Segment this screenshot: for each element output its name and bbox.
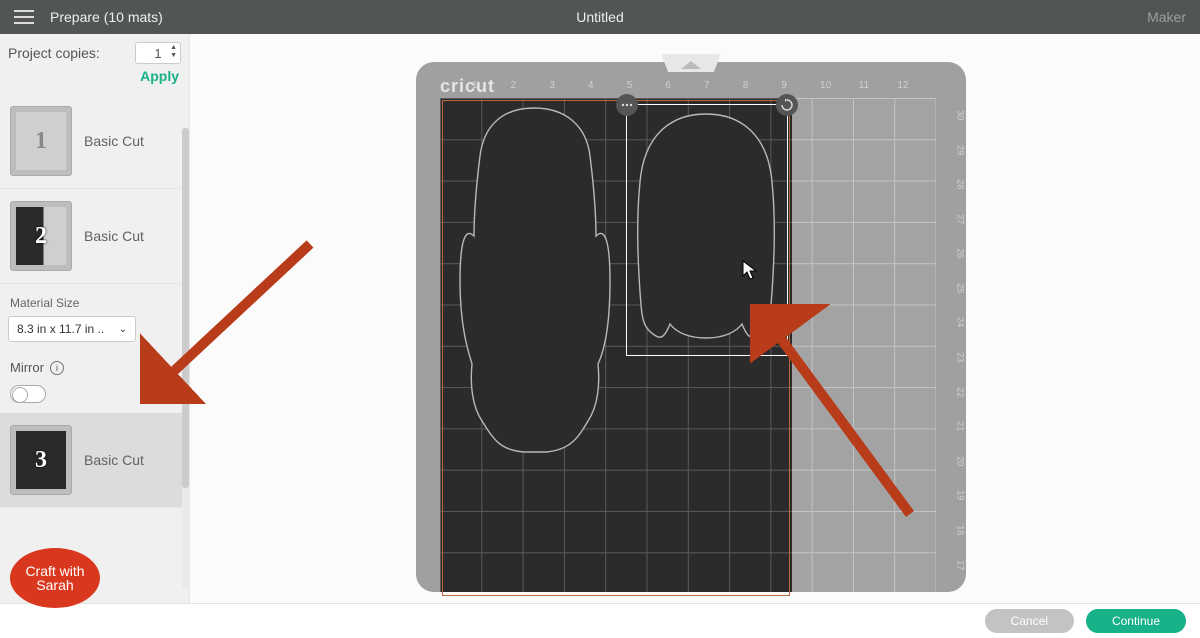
project-copies-stepper[interactable]: 1 ▲▼ xyxy=(135,42,181,64)
continue-button[interactable]: Continue xyxy=(1086,609,1186,633)
info-icon[interactable]: i xyxy=(50,361,64,375)
ruler-top: 123456789101112 xyxy=(472,80,936,96)
chevron-down-icon: ⌄ xyxy=(119,324,127,335)
mat-thumb-1: 1 xyxy=(10,106,72,176)
selection-box[interactable] xyxy=(626,104,788,356)
top-bar: Prepare (10 mats) Untitled Maker xyxy=(0,0,1200,34)
mat-thumb-2: 2 xyxy=(10,201,72,271)
project-title: Untitled xyxy=(576,9,623,25)
menu-icon[interactable] xyxy=(14,10,34,24)
material-size-label: Material Size xyxy=(0,284,189,316)
main-area: Project copies: 1 ▲▼ Apply 1 Basic Cut 2… xyxy=(0,34,1200,603)
mat-grid xyxy=(440,98,936,592)
mat-item-2[interactable]: 2 Basic Cut xyxy=(0,189,189,284)
mat-item-1[interactable]: 1 Basic Cut xyxy=(0,94,189,189)
cut-shape-1[interactable] xyxy=(454,106,614,456)
mat-list: 1 Basic Cut 2 Basic Cut Material Size 8.… xyxy=(0,94,189,603)
project-copies-label: Project copies: xyxy=(8,45,100,61)
mirror-label: Mirror xyxy=(10,360,44,375)
project-copies-row: Project copies: 1 ▲▼ xyxy=(0,34,189,68)
selection-more-handle[interactable] xyxy=(616,94,638,116)
machine-label: Maker xyxy=(1147,9,1186,25)
mat-label: Basic Cut xyxy=(84,452,144,468)
mirror-toggle[interactable] xyxy=(10,385,46,403)
cursor-icon xyxy=(742,260,758,280)
selection-rotate-handle[interactable] xyxy=(776,94,798,116)
ruler-right: 3029282726252423222120191817 xyxy=(940,98,956,582)
watermark-logo: Craft with Sarah xyxy=(10,548,100,608)
sidebar: Project copies: 1 ▲▼ Apply 1 Basic Cut 2… xyxy=(0,34,190,603)
mat-label: Basic Cut xyxy=(84,133,144,149)
mat-item-3[interactable]: 3 Basic Cut xyxy=(0,413,189,508)
canvas-area: − 75% + cricut 123456789101112 302928272… xyxy=(190,34,1200,603)
material-size-select[interactable]: 8.3 in x 11.7 in .. ⌄ xyxy=(8,316,136,342)
mat-label: Basic Cut xyxy=(84,228,144,244)
cancel-button[interactable]: Cancel xyxy=(985,609,1074,633)
mat-tab-icon xyxy=(661,54,721,72)
sidebar-scrollbar[interactable] xyxy=(182,128,189,588)
mat-preview[interactable]: cricut 123456789101112 30292827262524232… xyxy=(416,62,966,592)
prepare-title: Prepare (10 mats) xyxy=(50,9,163,25)
mat-thumb-3: 3 xyxy=(10,425,72,495)
apply-button[interactable]: Apply xyxy=(140,68,179,84)
mirror-row: Mirror i xyxy=(0,342,189,381)
bottom-bar: Cancel Continue xyxy=(0,603,1200,638)
